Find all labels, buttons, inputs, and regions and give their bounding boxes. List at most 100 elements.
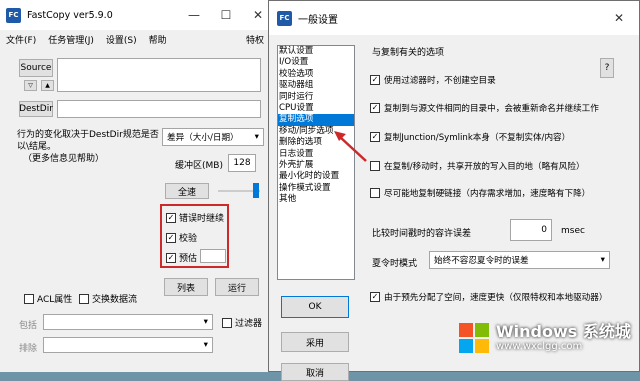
- exclude-label: 排除: [19, 344, 38, 354]
- include-label: 包括: [19, 321, 38, 331]
- copy-option[interactable]: 尽可能地复制硬链接（内存需求增加，速度略有下降）: [370, 187, 590, 199]
- speed-slider-thumb[interactable]: [253, 183, 259, 198]
- copy-option[interactable]: ✓ 使用过滤器时，不创建空目录: [370, 74, 496, 86]
- checkbox-checked-icon[interactable]: ✓: [166, 212, 176, 223]
- option-label: 过滤器: [235, 319, 263, 329]
- checkbox-icon[interactable]: [24, 293, 34, 304]
- checkbox-icon[interactable]: [79, 293, 89, 304]
- apply-button[interactable]: 采用: [281, 332, 349, 352]
- checkbox-icon[interactable]: [222, 317, 232, 328]
- settings-title: 一般设置: [298, 14, 338, 26]
- category-item[interactable]: 驱动器组: [278, 80, 354, 91]
- run-button[interactable]: 运行: [215, 278, 259, 296]
- minimize-button[interactable]: —: [178, 0, 210, 30]
- windows-logo-icon: [459, 323, 489, 353]
- option-estimate[interactable]: ✓ 预估: [166, 251, 197, 264]
- category-item[interactable]: 其他: [278, 194, 354, 205]
- category-item[interactable]: I/O设置: [278, 57, 354, 68]
- option-label: 交换数据流: [92, 295, 138, 305]
- category-item[interactable]: 校验选项: [278, 69, 354, 80]
- checkbox-checked-icon[interactable]: ✓: [370, 132, 380, 142]
- section-title: 与复制有关的选项: [372, 48, 445, 58]
- menu-file[interactable]: 文件(F): [0, 33, 42, 46]
- destdir-button[interactable]: DestDir: [19, 101, 53, 117]
- source-history-down-button[interactable]: ▽: [24, 80, 37, 91]
- checkbox-checked-icon[interactable]: ✓: [370, 103, 380, 113]
- fastcopy-title: FastCopy ver5.9.0: [27, 9, 113, 21]
- include-select[interactable]: ▾: [43, 314, 213, 330]
- list-button[interactable]: 列表: [164, 278, 208, 296]
- checkbox-icon[interactable]: [370, 188, 380, 198]
- source-input[interactable]: [57, 58, 261, 92]
- cancel-button[interactable]: 取消: [281, 363, 349, 381]
- copy-option[interactable]: ✓ 复制Junction/Symlink本身（不复制实体/内容）: [370, 131, 570, 143]
- mode-select[interactable]: 差异（大小/日期） ▾: [162, 128, 264, 146]
- category-item[interactable]: CPU设置: [278, 103, 354, 114]
- chevron-down-icon: ▾: [203, 317, 208, 327]
- fullspeed-button[interactable]: 全速: [165, 183, 209, 199]
- source-button[interactable]: Source: [19, 59, 53, 77]
- watermark-url: www.wxclgg.com: [496, 341, 583, 353]
- fastcopy-window: FC FastCopy ver5.9.0 — ☐ ✕ 文件(F) 任务管理(J)…: [0, 0, 275, 372]
- menu-job[interactable]: 任务管理(J): [42, 33, 100, 46]
- option-label: 使用过滤器时，不创建空目录: [384, 76, 496, 86]
- chevron-down-icon: ▾: [600, 255, 605, 265]
- option-label: 复制到与源文件相同的目录中，会被重新命名并继续工作: [384, 104, 599, 114]
- chevron-down-icon: ▾: [254, 132, 259, 142]
- chevron-down-icon: ▽: [28, 82, 33, 89]
- dst-mode-label: 夏令时模式: [372, 259, 418, 269]
- copy-option[interactable]: 在复制/移动时，共享开放的写入目的地（略有风险）: [370, 160, 585, 172]
- option-label: 尽可能地复制硬链接（内存需求增加，速度略有下降）: [384, 189, 591, 199]
- option-label: 复制Junction/Symlink本身（不复制实体/内容）: [384, 133, 571, 143]
- menu-privilege[interactable]: 特权: [240, 33, 270, 46]
- option-prealloc[interactable]: ✓ 由于预先分配了空间，速度更快（仅限特权和本地驱动器）: [370, 291, 607, 303]
- info-line-3: （更多信息见帮助）: [23, 154, 105, 164]
- time-tolerance-input[interactable]: 0: [510, 219, 552, 241]
- ok-button[interactable]: OK: [281, 296, 349, 318]
- info-line-2: 以\结尾。: [17, 142, 57, 152]
- dst-mode-select[interactable]: 始终不容忍夏令时的误差 ▾: [429, 251, 610, 269]
- fastcopy-app-icon: FC: [6, 7, 21, 23]
- maximize-button[interactable]: ☐: [210, 0, 242, 30]
- option-filter[interactable]: 过滤器: [222, 316, 262, 329]
- time-tolerance-label: 比较时间戳时的容许误差: [372, 229, 472, 239]
- checkbox-icon[interactable]: [370, 161, 380, 171]
- menu-settings[interactable]: 设置(S): [100, 33, 143, 46]
- buffer-label: 缓冲区(MB): [175, 161, 223, 171]
- source-history-up-button[interactable]: ▲: [41, 80, 54, 91]
- category-item[interactable]: 同时运行: [278, 92, 354, 103]
- destdir-input[interactable]: [57, 100, 261, 118]
- buffer-input[interactable]: 128: [228, 154, 256, 172]
- option-continue-on-error[interactable]: ✓ 错误时继续: [166, 211, 224, 224]
- option-acl[interactable]: ACL属性: [24, 292, 72, 305]
- option-label: 在复制/移动时，共享开放的写入目的地（略有风险）: [384, 162, 585, 172]
- info-line-1: 行为的变化取决于DestDir规范是否: [17, 130, 159, 140]
- category-item[interactable]: 默认设置: [278, 46, 354, 57]
- chevron-up-icon: ▲: [45, 82, 50, 89]
- option-label: 校验: [179, 234, 198, 244]
- category-item[interactable]: 最小化时的设置: [278, 171, 354, 182]
- category-item[interactable]: 操作模式设置: [278, 183, 354, 194]
- option-verify[interactable]: ✓ 校验: [166, 231, 197, 244]
- option-label: 由于预先分配了空间，速度更快（仅限特权和本地驱动器）: [384, 293, 608, 303]
- checkbox-checked-icon[interactable]: ✓: [370, 292, 380, 302]
- checkbox-checked-icon[interactable]: ✓: [370, 75, 380, 85]
- option-label: 预估: [179, 254, 198, 264]
- copy-option[interactable]: ✓ 复制到与源文件相同的目录中，会被重新命名并继续工作: [370, 102, 599, 114]
- chevron-down-icon: ▾: [203, 340, 208, 350]
- settings-close-button[interactable]: ✕: [603, 3, 635, 33]
- watermark: Windows 系统城 www.wxclgg.com: [458, 322, 631, 354]
- option-altstream[interactable]: 交换数据流: [79, 292, 137, 305]
- help-button[interactable]: ?: [600, 58, 614, 78]
- checkbox-checked-icon[interactable]: ✓: [166, 252, 176, 263]
- settings-dialog: FC 一般设置 ✕ 默认设置 I/O设置 校验选项 驱动器组 同时运行 CPU设置 复制选项…: [268, 0, 640, 381]
- time-tolerance-unit: msec: [561, 226, 585, 236]
- menu-bar: 文件(F) 任务管理(J) 设置(S) 帮助 特权: [0, 30, 274, 48]
- menu-help[interactable]: 帮助: [143, 33, 173, 46]
- option-label: 错误时继续: [179, 214, 225, 224]
- checkbox-checked-icon[interactable]: ✓: [166, 232, 176, 243]
- settings-titlebar: FC 一般设置 ✕: [269, 1, 639, 35]
- mode-select-value: 差异（大小/日期）: [167, 133, 239, 143]
- exclude-select[interactable]: ▾: [43, 337, 213, 353]
- estimate-field: [200, 249, 226, 263]
